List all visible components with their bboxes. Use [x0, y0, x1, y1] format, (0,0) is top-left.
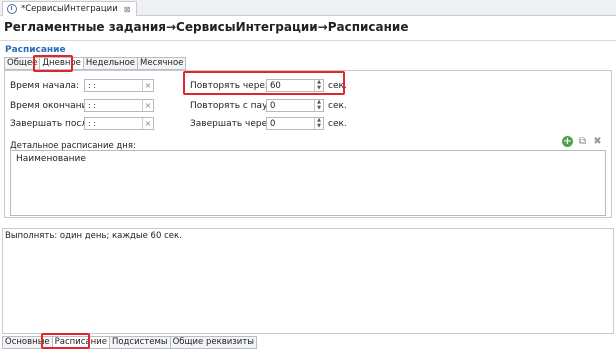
repeat-pause-unit: сек.	[328, 101, 347, 111]
end-time-input[interactable]: : : ×	[84, 99, 154, 112]
column-header-name[interactable]: Наименование	[16, 154, 86, 164]
tab-monthly[interactable]: Месячное	[137, 57, 187, 70]
start-time-label: Время начала:	[10, 81, 80, 91]
chevron-down-icon[interactable]: ▼	[315, 123, 323, 130]
schedule-summary: Выполнять: один день; каждые 60 сек.	[2, 228, 614, 334]
editor-bottom-tabs: Основные Расписание Подсистемы Общие рек…	[2, 336, 257, 349]
editor-tab-bar: *СервисыИнтеграции ⊠	[0, 0, 616, 16]
spinner[interactable]: ▲ ▼	[314, 118, 323, 129]
finish-after-label: Завершать после:	[10, 119, 96, 129]
schedule-tabs: Общее Дневное Недельное Месячное	[4, 57, 187, 70]
clear-icon[interactable]: ×	[142, 100, 153, 111]
editor-tab[interactable]: *СервисыИнтеграции ⊠	[2, 1, 138, 16]
page-title: Регламентные задания→СервисыИнтеграции→Р…	[4, 20, 409, 34]
clear-icon[interactable]: ×	[142, 118, 153, 129]
tab-weekly[interactable]: Недельное	[82, 57, 138, 70]
repeat-every-value: 60	[270, 80, 281, 91]
start-time-input[interactable]: : : ×	[84, 79, 154, 92]
tab-general[interactable]: Общее	[4, 57, 40, 70]
repeat-every-input[interactable]: 60 ▲ ▼	[266, 79, 324, 92]
spinner[interactable]: ▲ ▼	[314, 100, 323, 111]
divider	[0, 40, 616, 41]
delete-icon[interactable]: ✖	[592, 136, 603, 147]
section-title: Расписание	[5, 45, 66, 55]
finish-through-input[interactable]: 0 ▲ ▼	[266, 117, 324, 130]
repeat-pause-value: 0	[270, 100, 276, 111]
detail-schedule-table[interactable]: Наименование	[10, 150, 606, 216]
chevron-down-icon[interactable]: ▼	[315, 85, 323, 92]
tab-common-attributes[interactable]: Общие реквизиты	[169, 336, 257, 349]
finish-through-value: 0	[270, 118, 276, 129]
start-time-value: : :	[88, 81, 96, 90]
copy-icon[interactable]: ⧉	[577, 136, 588, 147]
chevron-down-icon[interactable]: ▼	[315, 105, 323, 112]
repeat-every-label: Повторять через:	[190, 81, 273, 91]
editor-tab-title: *СервисыИнтеграции	[21, 4, 118, 14]
end-time-label: Время окончания:	[10, 101, 96, 111]
tab-schedule[interactable]: Расписание	[51, 336, 109, 349]
repeat-every-unit: сек.	[328, 81, 347, 91]
detail-toolbar: + ⧉ ✖	[562, 136, 603, 147]
clock-icon	[7, 4, 17, 14]
finish-through-label: Завершать через:	[190, 119, 275, 129]
finish-after-value: : :	[88, 119, 96, 128]
end-time-value: : :	[88, 101, 96, 110]
spinner[interactable]: ▲ ▼	[314, 80, 323, 91]
tab-main[interactable]: Основные	[2, 336, 52, 349]
tab-daily[interactable]: Дневное	[39, 57, 83, 70]
finish-through-unit: сек.	[328, 119, 347, 129]
tab-subsystems[interactable]: Подсистемы	[108, 336, 170, 349]
clear-icon[interactable]: ×	[142, 80, 153, 91]
finish-after-input[interactable]: : : ×	[84, 117, 154, 130]
plus-icon[interactable]: +	[562, 136, 573, 147]
repeat-pause-input[interactable]: 0 ▲ ▼	[266, 99, 324, 112]
close-icon[interactable]: ⊠	[124, 5, 131, 14]
summary-text: Выполнять: один день; каждые 60 сек.	[5, 231, 182, 241]
